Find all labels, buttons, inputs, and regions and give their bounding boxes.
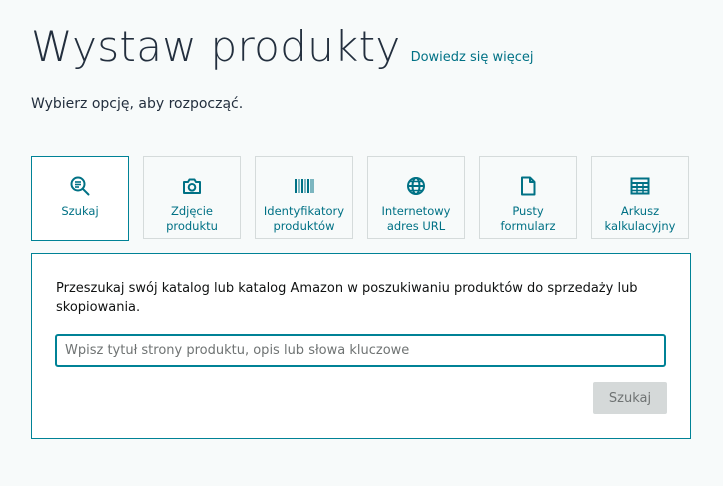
- search-input[interactable]: [55, 334, 666, 367]
- page-header: Wystaw produkty Dowiedz się więcej: [31, 26, 534, 68]
- tab-product-identifiers[interactable]: Identyfikatory produktów: [255, 156, 353, 239]
- search-panel: Przeszukaj swój katalog lub katalog Amaz…: [31, 253, 691, 439]
- tab-web-url[interactable]: Internetowy adres URL: [367, 156, 465, 239]
- tab-label: Arkusz kalkulacyjny: [604, 204, 676, 233]
- search-description: Przeszukaj swój katalog lub katalog Amaz…: [56, 281, 638, 315]
- tab-label: Internetowy adres URL: [381, 204, 451, 233]
- camera-icon: [181, 175, 203, 197]
- search-list-icon: [69, 175, 91, 197]
- page-subtitle: Wybierz opcję, aby rozpocząć.: [31, 96, 244, 112]
- document-icon: [517, 175, 539, 197]
- tab-label: Pusty formularz: [500, 204, 556, 233]
- tab-label: Zdjęcie produktu: [166, 204, 218, 233]
- tab-product-photo[interactable]: Zdjęcie produktu: [143, 156, 241, 239]
- learn-more-link[interactable]: Dowiedz się więcej: [411, 50, 534, 65]
- page-title: Wystaw produkty: [31, 22, 401, 71]
- spreadsheet-icon: [629, 175, 651, 197]
- barcode-icon: [293, 175, 315, 197]
- globe-icon: [405, 175, 427, 197]
- tab-search[interactable]: Szukaj: [31, 156, 129, 241]
- tab-label: Szukaj: [61, 204, 99, 218]
- tab-blank-form[interactable]: Pusty formularz: [479, 156, 577, 239]
- listing-method-tabs: Szukaj Zdjęcie produktu Identyfikatory p…: [31, 156, 691, 241]
- search-button[interactable]: Szukaj: [593, 382, 667, 414]
- tab-label: Identyfikatory produktów: [263, 204, 345, 233]
- tab-spreadsheet[interactable]: Arkusz kalkulacyjny: [591, 156, 689, 239]
